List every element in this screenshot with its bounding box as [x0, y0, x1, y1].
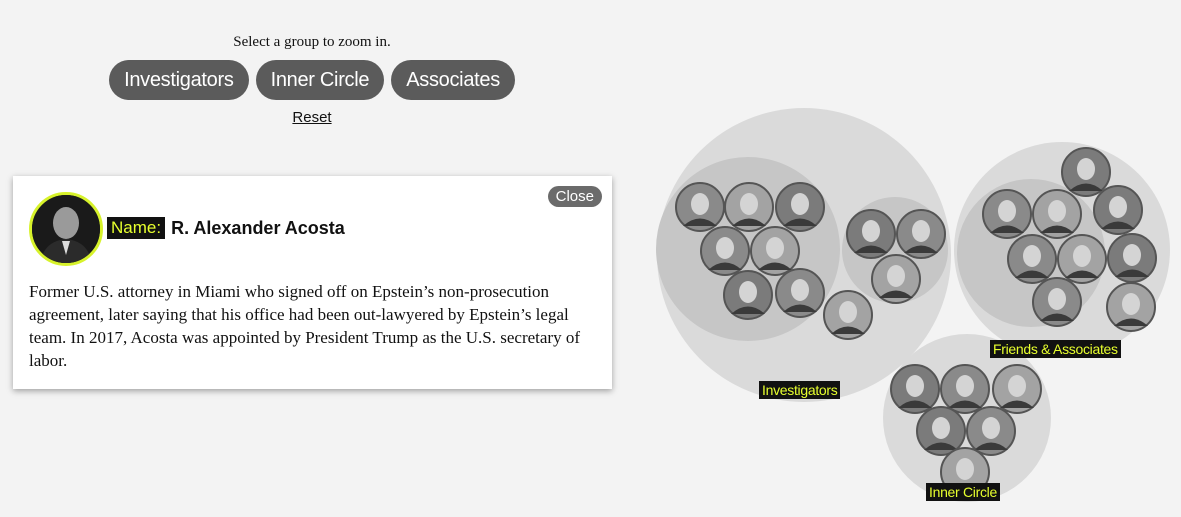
person-portrait[interactable]	[750, 226, 800, 276]
name-line: Name: R. Alexander Acosta	[107, 217, 345, 239]
associates-button[interactable]: Associates	[391, 60, 515, 100]
reset-link[interactable]: Reset	[0, 109, 624, 126]
name-label: Name:	[107, 217, 166, 239]
person-portrait[interactable]	[1007, 234, 1057, 284]
person-portrait[interactable]	[1032, 189, 1082, 239]
person-portrait[interactable]	[916, 406, 966, 456]
person-portrait[interactable]	[982, 189, 1032, 239]
person-portrait[interactable]	[896, 209, 946, 259]
person-portrait[interactable]	[1057, 234, 1107, 284]
person-portrait[interactable]	[871, 254, 921, 304]
avatar	[29, 192, 103, 266]
person-name: R. Alexander Acosta	[171, 217, 345, 238]
inner-circle-button[interactable]: Inner Circle	[255, 60, 385, 100]
person-portrait[interactable]	[846, 209, 896, 259]
friends-associates-label[interactable]: Friends & Associates	[990, 340, 1121, 358]
person-portrait[interactable]	[966, 406, 1016, 456]
person-portrait[interactable]	[675, 182, 725, 232]
zoom-prompt: Select a group to zoom in.	[233, 34, 391, 50]
person-portrait[interactable]	[940, 364, 990, 414]
group-buttons: Investigators Inner Circle Associates	[0, 60, 624, 100]
person-portrait[interactable]	[775, 268, 825, 318]
person-portrait[interactable]	[992, 364, 1042, 414]
investigators-label[interactable]: Investigators	[759, 381, 841, 399]
person-portrait[interactable]	[1107, 233, 1157, 283]
person-description: Former U.S. attorney in Miami who signed…	[29, 282, 580, 370]
person-portrait[interactable]	[723, 270, 773, 320]
person-portrait[interactable]	[775, 182, 825, 232]
person-portrait[interactable]	[1093, 185, 1143, 235]
close-button[interactable]: Close	[547, 186, 602, 207]
group-bubble-chart	[656, 108, 1170, 502]
inner-circle-label[interactable]: Inner Circle	[926, 483, 1000, 501]
person-portrait[interactable]	[1032, 277, 1082, 327]
person-portrait[interactable]	[1061, 147, 1111, 197]
person-portrait[interactable]	[823, 290, 873, 340]
person-portrait[interactable]	[1106, 282, 1156, 332]
investigators-button[interactable]: Investigators	[109, 60, 249, 100]
person-portrait[interactable]	[724, 182, 774, 232]
person-detail-card: Close Name: R. Alexander Acosta Former U…	[13, 176, 612, 389]
person-portrait[interactable]	[890, 364, 940, 414]
person-portrait[interactable]	[700, 226, 750, 276]
